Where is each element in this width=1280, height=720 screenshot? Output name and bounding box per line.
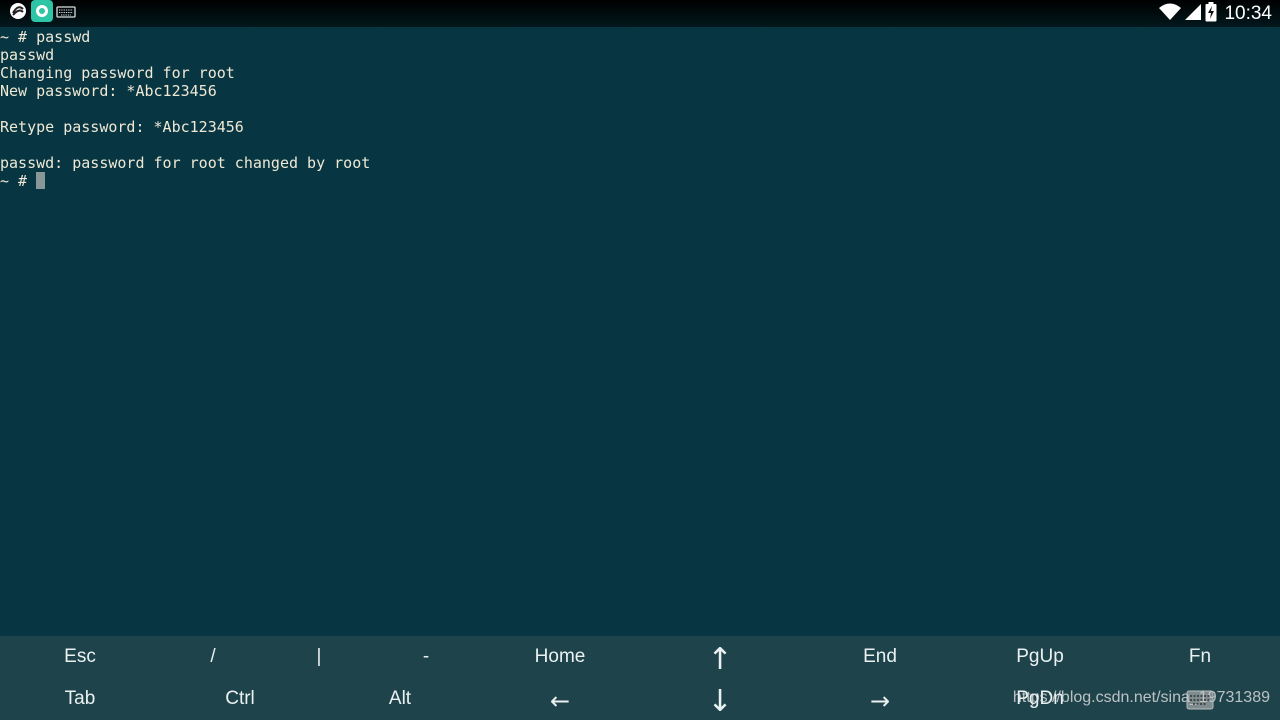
terminal-view[interactable]: ~ # passwd passwd Changing password for … — [0, 28, 1280, 634]
terminal-line: ~ # passwd — [0, 28, 91, 46]
key-tab[interactable]: Tab — [0, 678, 160, 720]
battery-charging-icon — [1205, 1, 1217, 26]
key-alt[interactable]: Alt — [320, 678, 480, 720]
keyboard-toggle-icon[interactable] — [1186, 690, 1214, 714]
key-up[interactable]: ↑ — [640, 638, 800, 680]
notification-icons — [8, 0, 76, 26]
key-fn[interactable]: Fn — [1120, 636, 1280, 678]
extra-keys-bar: Esc / | - Home ↑ End PgUp Fn Tab Ctrl Al… — [0, 636, 1280, 720]
keyboard-icon — [56, 4, 76, 23]
clock: 10:34 — [1224, 2, 1272, 24]
app-swirl-icon — [8, 1, 28, 25]
key-pgup[interactable]: PgUp — [960, 636, 1120, 678]
watermark-text: https://blog.csdn.net/sina_19731389 — [1012, 689, 1270, 706]
wifi-icon — [1159, 3, 1182, 25]
terminal-prompt-line: ~ # — [0, 172, 1280, 190]
system-icons: 10:34 — [1159, 0, 1272, 27]
app-flower-icon — [31, 0, 53, 26]
terminal-line: passwd — [0, 46, 55, 64]
terminal-line: passwd: password for root changed by roo… — [0, 154, 371, 172]
watermark: https://blog.csdn.net/sina_19731389 — [1013, 689, 1270, 707]
cellular-signal-icon — [1184, 3, 1202, 25]
key-down[interactable]: ↓ — [640, 680, 800, 720]
status-bar: 10:34 — [0, 0, 1280, 27]
key-left[interactable]: ← — [480, 680, 640, 720]
terminal-line: Retype password: *Abc123456 — [0, 118, 244, 136]
terminal-line: New password: *Abc123456 — [0, 82, 217, 100]
key-end[interactable]: End — [800, 636, 960, 678]
key-right[interactable]: → — [800, 680, 960, 720]
key-home[interactable]: Home — [480, 636, 640, 678]
terminal-line: Changing password for root — [0, 64, 235, 82]
shell-prompt: ~ # — [0, 172, 37, 190]
key-ctrl[interactable]: Ctrl — [160, 678, 320, 720]
text-cursor — [36, 172, 46, 189]
